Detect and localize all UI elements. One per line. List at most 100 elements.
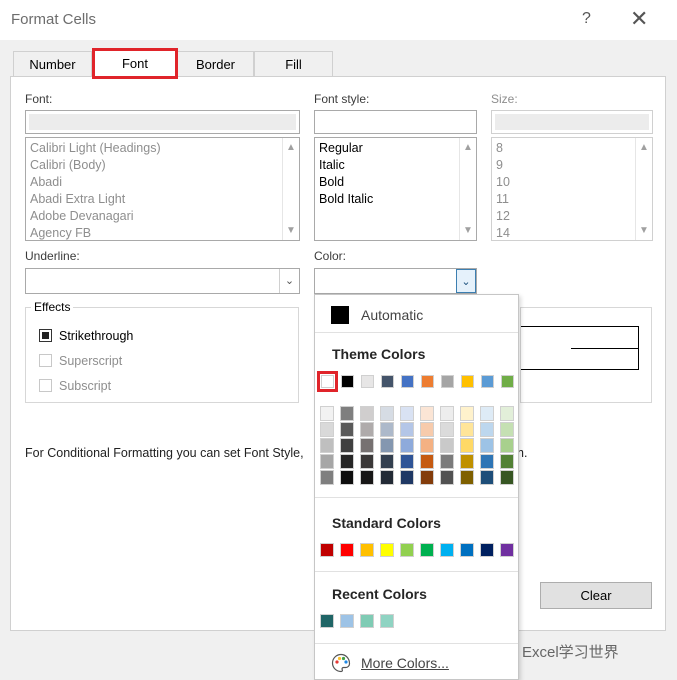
theme-shade-swatch[interactable]: [400, 454, 414, 469]
font-style-list[interactable]: Regular Italic Bold Bold Italic ▲ ▼: [314, 137, 477, 241]
list-item[interactable]: 10: [492, 174, 652, 191]
theme-shade-swatch[interactable]: [460, 406, 474, 421]
theme-shade-swatch[interactable]: [400, 438, 414, 453]
chevron-down-icon[interactable]: ⌄: [456, 269, 476, 293]
standard-color-swatch[interactable]: [460, 543, 474, 557]
theme-shade-swatch[interactable]: [320, 454, 334, 469]
theme-shade-swatch[interactable]: [420, 406, 434, 421]
list-item[interactable]: Abadi Extra Light: [26, 191, 299, 208]
theme-shade-swatch[interactable]: [500, 454, 514, 469]
strikethrough-checkbox[interactable]: [39, 329, 52, 342]
theme-shade-swatch[interactable]: [380, 454, 394, 469]
scroll-down-icon[interactable]: ▼: [286, 225, 296, 236]
list-item[interactable]: Calibri (Body): [26, 157, 299, 174]
close-button[interactable]: ✕: [630, 6, 648, 32]
theme-shade-swatch[interactable]: [420, 454, 434, 469]
list-item[interactable]: Calibri Light (Headings): [26, 140, 299, 157]
theme-shade-swatch[interactable]: [380, 422, 394, 437]
tab-font[interactable]: Font: [92, 48, 178, 79]
theme-shade-swatch[interactable]: [440, 406, 454, 421]
standard-color-swatch[interactable]: [480, 543, 494, 557]
theme-shade-swatch[interactable]: [320, 406, 334, 421]
theme-shade-swatch[interactable]: [380, 438, 394, 453]
recent-color-swatch[interactable]: [320, 614, 334, 628]
theme-shade-swatch[interactable]: [360, 406, 374, 421]
theme-shade-swatch[interactable]: [500, 438, 514, 453]
style-scrollbar[interactable]: ▲ ▼: [459, 138, 476, 240]
list-item[interactable]: 14: [492, 225, 652, 240]
standard-color-swatch[interactable]: [340, 543, 354, 557]
font-list[interactable]: Calibri Light (Headings) Calibri (Body) …: [25, 137, 300, 241]
theme-shade-swatch[interactable]: [440, 422, 454, 437]
theme-shade-swatch[interactable]: [320, 470, 334, 485]
standard-color-swatch[interactable]: [420, 543, 434, 557]
theme-shade-swatch[interactable]: [440, 438, 454, 453]
theme-shade-swatch[interactable]: [360, 438, 374, 453]
subscript-checkbox[interactable]: [39, 379, 52, 392]
scroll-up-icon[interactable]: ▲: [286, 142, 296, 153]
list-item[interactable]: Adobe Devanagari: [26, 208, 299, 225]
size-list[interactable]: 8 9 10 11 12 14 ▲ ▼: [491, 137, 653, 241]
underline-select[interactable]: ⌄: [25, 268, 300, 294]
tab-fill[interactable]: Fill: [254, 51, 333, 77]
theme-color-swatch[interactable]: [317, 371, 338, 392]
list-item[interactable]: Bold Italic: [315, 191, 476, 208]
standard-color-swatch[interactable]: [500, 543, 514, 557]
chevron-down-icon[interactable]: ⌄: [279, 269, 299, 293]
theme-color-swatch[interactable]: [361, 375, 374, 388]
list-item[interactable]: 12: [492, 208, 652, 225]
more-colors-option[interactable]: More Colors...: [361, 655, 449, 671]
theme-color-swatch[interactable]: [381, 375, 394, 388]
theme-shade-swatch[interactable]: [460, 438, 474, 453]
scroll-down-icon[interactable]: ▼: [463, 225, 473, 236]
clear-button[interactable]: Clear: [540, 582, 652, 609]
superscript-checkbox[interactable]: [39, 354, 52, 367]
theme-color-swatch[interactable]: [341, 375, 354, 388]
theme-shade-swatch[interactable]: [500, 422, 514, 437]
recent-color-swatch[interactable]: [340, 614, 354, 628]
standard-color-swatch[interactable]: [380, 543, 394, 557]
standard-color-swatch[interactable]: [360, 543, 374, 557]
theme-shade-swatch[interactable]: [500, 470, 514, 485]
theme-color-swatch[interactable]: [481, 375, 494, 388]
size-scrollbar[interactable]: ▲ ▼: [635, 138, 652, 240]
size-input[interactable]: [491, 110, 653, 134]
list-item[interactable]: Abadi: [26, 174, 299, 191]
theme-shade-swatch[interactable]: [320, 422, 334, 437]
standard-color-swatch[interactable]: [400, 543, 414, 557]
tab-border[interactable]: Border: [177, 51, 254, 77]
list-item[interactable]: 9: [492, 157, 652, 174]
theme-color-swatch[interactable]: [501, 375, 514, 388]
theme-shade-swatch[interactable]: [460, 470, 474, 485]
theme-shade-swatch[interactable]: [360, 454, 374, 469]
theme-color-swatch[interactable]: [401, 375, 414, 388]
theme-shade-swatch[interactable]: [440, 470, 454, 485]
help-button[interactable]: ?: [582, 10, 591, 28]
theme-shade-swatch[interactable]: [480, 406, 494, 421]
scroll-up-icon[interactable]: ▲: [639, 142, 649, 153]
theme-shade-swatch[interactable]: [380, 470, 394, 485]
theme-shade-swatch[interactable]: [320, 438, 334, 453]
theme-shade-swatch[interactable]: [420, 470, 434, 485]
theme-shade-swatch[interactable]: [440, 454, 454, 469]
automatic-swatch[interactable]: [331, 306, 349, 324]
theme-shade-swatch[interactable]: [340, 438, 354, 453]
theme-shade-swatch[interactable]: [340, 454, 354, 469]
scroll-down-icon[interactable]: ▼: [639, 225, 649, 236]
theme-shade-swatch[interactable]: [480, 422, 494, 437]
theme-shade-swatch[interactable]: [420, 438, 434, 453]
list-item[interactable]: Agency FB: [26, 225, 299, 240]
standard-color-swatch[interactable]: [440, 543, 454, 557]
tab-number[interactable]: Number: [13, 51, 92, 77]
theme-shade-swatch[interactable]: [400, 422, 414, 437]
list-item[interactable]: 8: [492, 140, 652, 157]
theme-shade-swatch[interactable]: [360, 470, 374, 485]
theme-shade-swatch[interactable]: [460, 454, 474, 469]
recent-color-swatch[interactable]: [360, 614, 374, 628]
theme-shade-swatch[interactable]: [340, 406, 354, 421]
theme-shade-swatch[interactable]: [500, 406, 514, 421]
theme-shade-swatch[interactable]: [460, 422, 474, 437]
theme-color-swatch[interactable]: [461, 375, 474, 388]
theme-color-swatch[interactable]: [441, 375, 454, 388]
theme-shade-swatch[interactable]: [400, 406, 414, 421]
